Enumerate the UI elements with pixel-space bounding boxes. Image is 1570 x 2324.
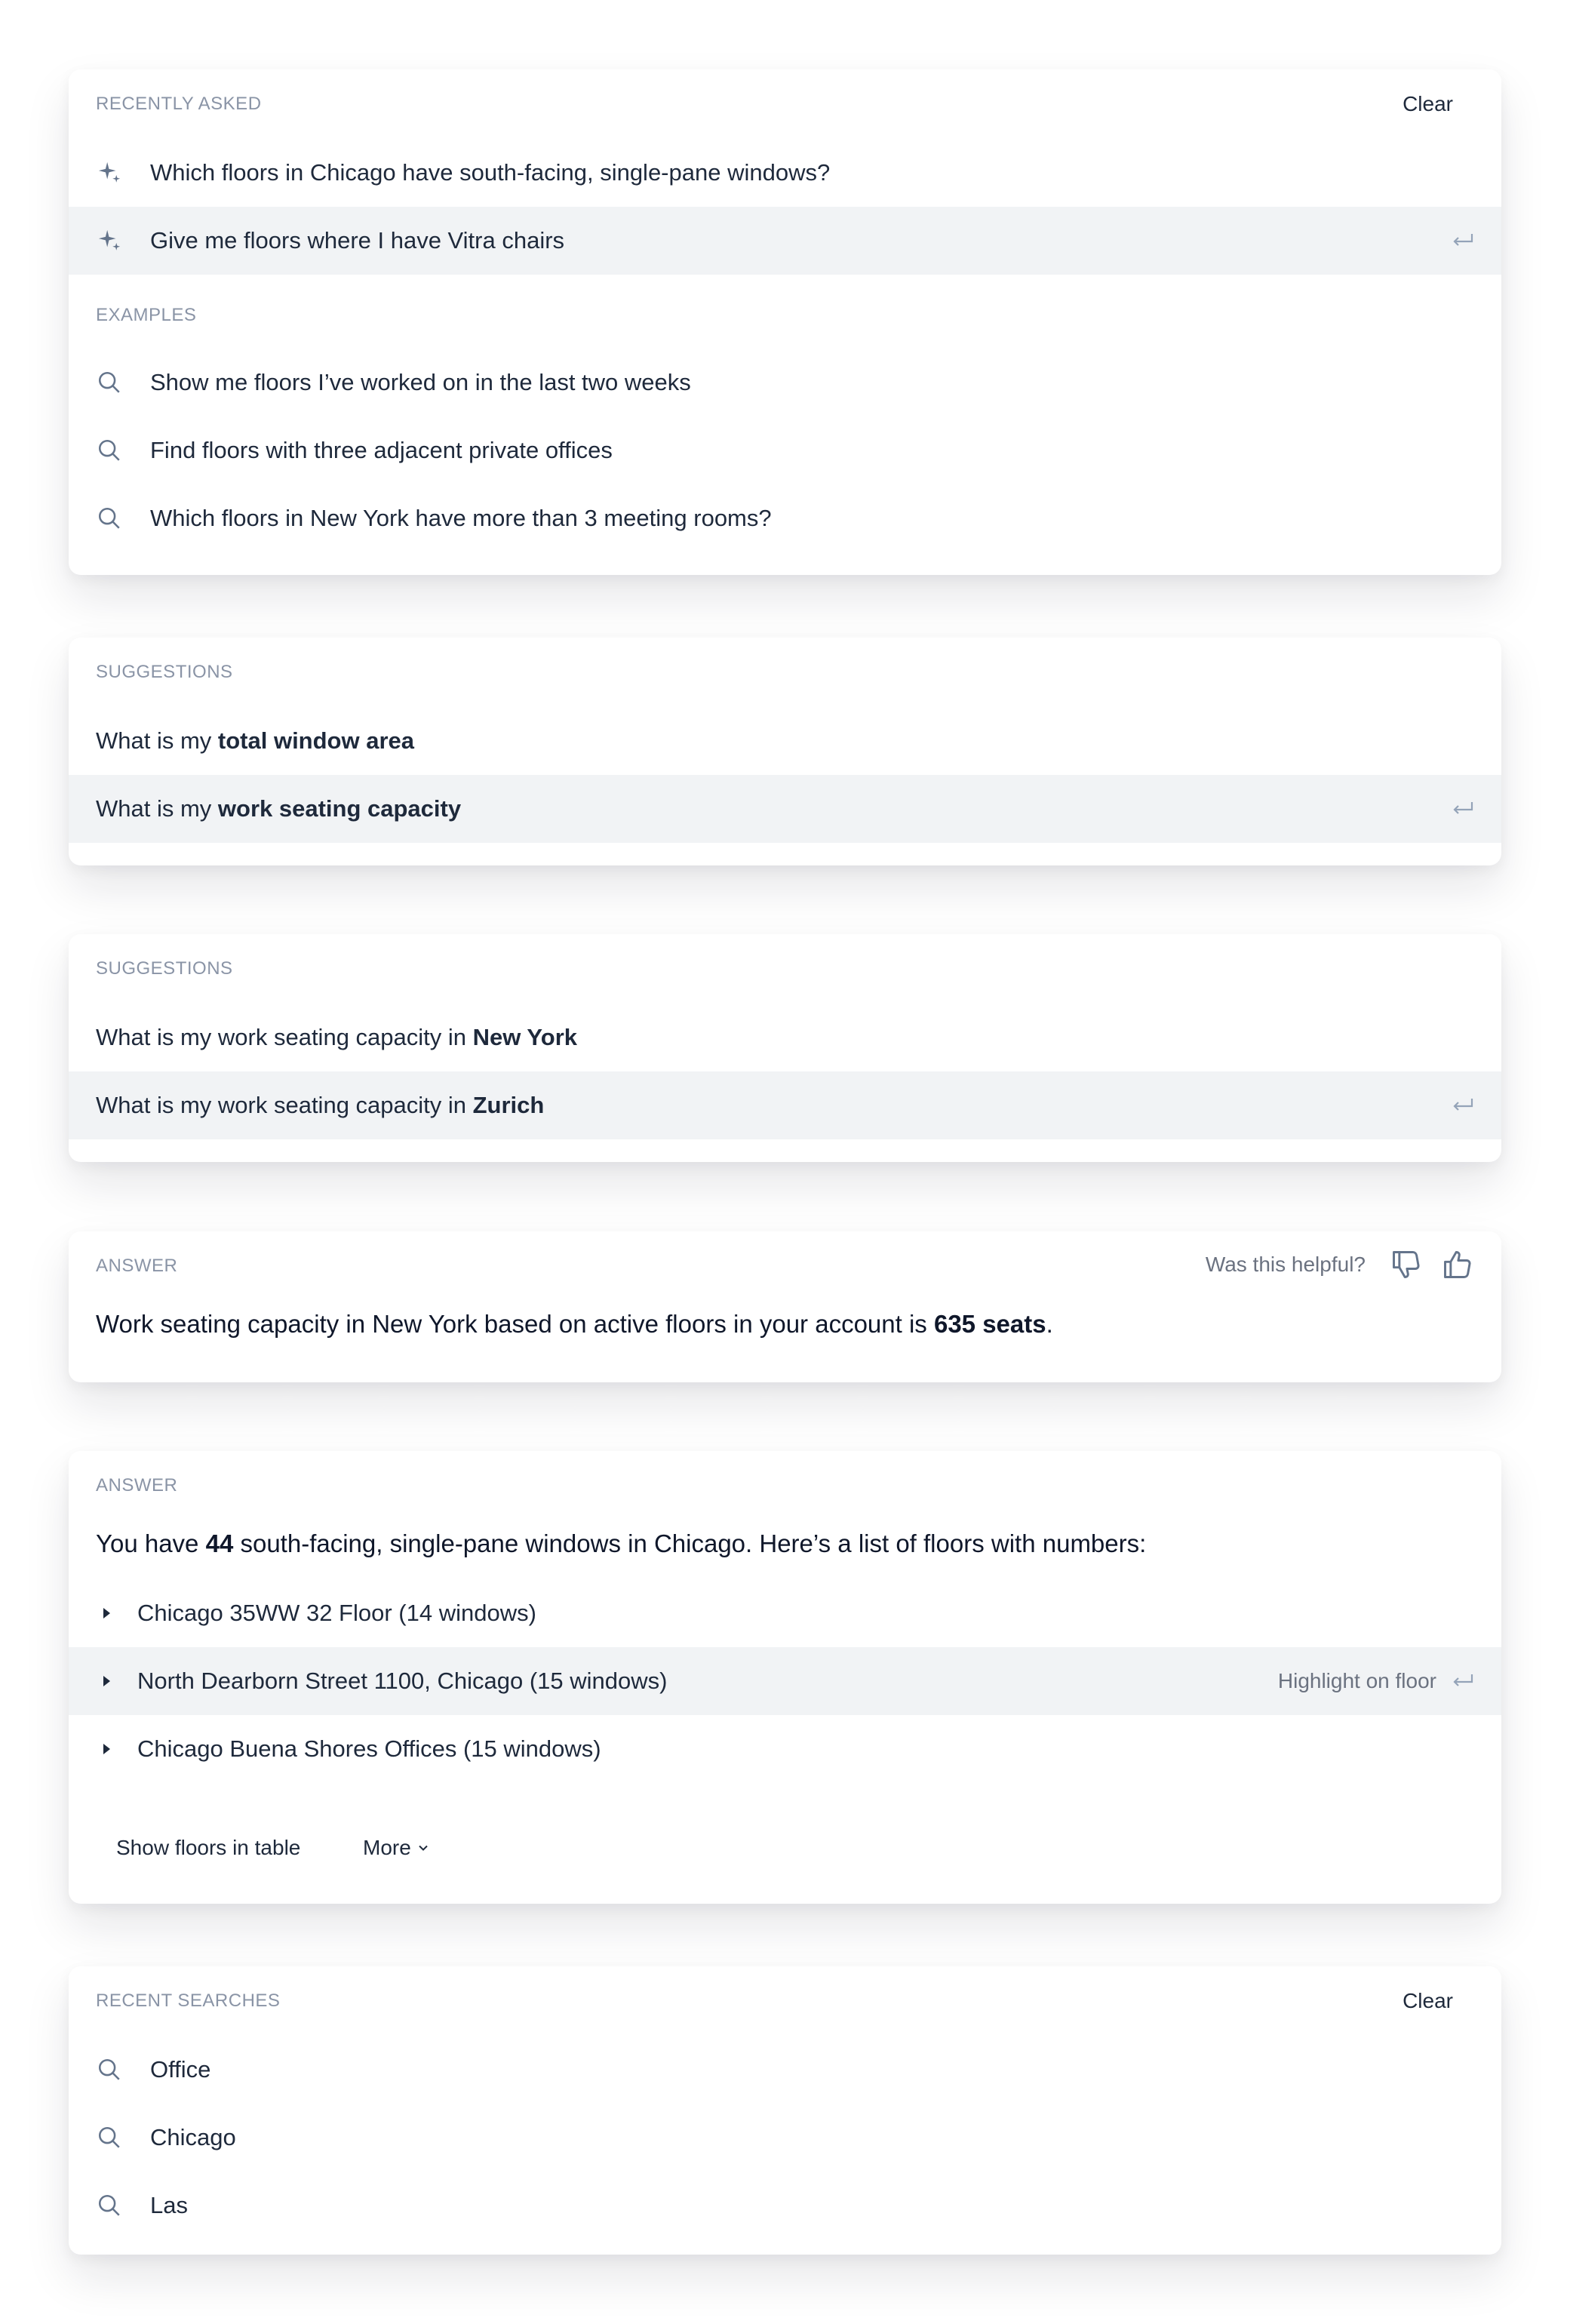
- suggestion-item[interactable]: What is my work seating capacity: [69, 775, 1501, 843]
- location-suggestions-panel: SUGGESTIONS What is my work seating capa…: [69, 934, 1501, 1162]
- suggestion-item[interactable]: What is my work seating capacity in New …: [69, 1004, 1501, 1071]
- recently-asked-text: Give me floors where I have Vitra chairs: [150, 227, 565, 254]
- thumbs-up-icon[interactable]: [1441, 1248, 1474, 1281]
- more-dropdown-button[interactable]: More: [363, 1836, 431, 1860]
- suggestion-text: What is my work seating capacity in New …: [96, 1024, 578, 1050]
- caret-right-icon[interactable]: [103, 1676, 110, 1686]
- suggestions-panel: SUGGESTIONS What is my total window area…: [69, 638, 1501, 865]
- example-text: Show me floors I’ve worked on in the las…: [150, 369, 691, 395]
- search-icon: [96, 2124, 123, 2151]
- feedback-question: Was this helpful?: [1205, 1253, 1366, 1276]
- answer-label: ANSWER: [96, 1475, 178, 1496]
- example-item[interactable]: Show me floors I’ve worked on in the las…: [69, 349, 1501, 417]
- search-icon: [96, 369, 123, 396]
- suggestions-label: SUGGESTIONS: [96, 958, 233, 979]
- sparkle-icon: [96, 227, 123, 254]
- sparkle-icon: [96, 159, 123, 186]
- search-icon: [96, 505, 123, 532]
- show-floors-in-table-button[interactable]: Show floors in table: [116, 1836, 300, 1860]
- caret-right-icon[interactable]: [103, 1744, 110, 1754]
- enter-icon: [1453, 234, 1473, 246]
- answer-label: ANSWER: [96, 1256, 178, 1276]
- suggestion-text: What is my work seating capacity: [96, 795, 462, 822]
- floor-list-item[interactable]: Chicago Buena Shores Offices (15 windows…: [69, 1715, 1501, 1783]
- example-text: Which floors in New York have more than …: [150, 505, 772, 531]
- enter-icon: [1453, 802, 1473, 814]
- answer-text: Work seating capacity in New York based …: [96, 1310, 1053, 1338]
- show-table-label: Show floors in table: [116, 1836, 301, 1859]
- suggestion-item[interactable]: What is my total window area: [69, 707, 1501, 775]
- recently-asked-panel: RECENTLY ASKED Clear Which floors in Chi…: [69, 69, 1501, 575]
- answer-text: You have 44 south-facing, single-pane wi…: [96, 1529, 1147, 1557]
- seating-answer-panel: ANSWER Was this helpful? Work seating ca…: [69, 1231, 1501, 1382]
- clear-recent-searches-button[interactable]: Clear: [1403, 1989, 1453, 2013]
- recent-search-text: Office: [150, 2056, 211, 2083]
- highlight-on-floor-hint[interactable]: Highlight on floor: [1278, 1669, 1436, 1693]
- recently-asked-item[interactable]: Give me floors where I have Vitra chairs: [69, 207, 1501, 275]
- example-item[interactable]: Which floors in New York have more than …: [69, 484, 1501, 552]
- search-icon: [96, 437, 123, 464]
- recent-search-text: Las: [150, 2192, 188, 2218]
- search-icon: [96, 2056, 123, 2083]
- recently-asked-label: RECENTLY ASKED: [96, 94, 262, 114]
- recent-search-item[interactable]: Chicago: [69, 2104, 1501, 2172]
- recent-searches-label: RECENT SEARCHES: [96, 1990, 281, 2011]
- recent-search-item[interactable]: Office: [69, 2036, 1501, 2104]
- suggestion-text: What is my work seating capacity in Zuri…: [96, 1092, 545, 1118]
- enter-icon: [1453, 1674, 1473, 1686]
- recent-search-text: Chicago: [150, 2124, 236, 2150]
- example-text: Find floors with three adjacent private …: [150, 437, 613, 463]
- search-icon: [96, 2192, 123, 2219]
- suggestions-label: SUGGESTIONS: [96, 662, 233, 682]
- floor-list-item[interactable]: North Dearborn Street 1100, Chicago (15 …: [69, 1647, 1501, 1715]
- caret-right-icon[interactable]: [103, 1608, 110, 1618]
- windows-answer-panel: ANSWER You have 44 south-facing, single-…: [69, 1451, 1501, 1904]
- suggestion-text: What is my total window area: [96, 727, 415, 754]
- recent-searches-panel: RECENT SEARCHES Clear Office Chicago Las: [69, 1966, 1501, 2255]
- example-item[interactable]: Find floors with three adjacent private …: [69, 417, 1501, 484]
- recently-asked-item[interactable]: Which floors in Chicago have south-facin…: [69, 139, 1501, 207]
- clear-recently-asked-button[interactable]: Clear: [1403, 92, 1453, 116]
- recently-asked-text: Which floors in Chicago have south-facin…: [150, 159, 831, 186]
- feedback-group: Was this helpful?: [1206, 1248, 1474, 1281]
- floor-text: Chicago Buena Shores Offices (15 windows…: [137, 1735, 601, 1762]
- floor-text: Chicago 35WW 32 Floor (14 windows): [137, 1600, 536, 1626]
- recent-search-item[interactable]: Las: [69, 2172, 1501, 2239]
- more-label: More: [363, 1836, 411, 1859]
- floor-list-item[interactable]: Chicago 35WW 32 Floor (14 windows): [69, 1579, 1501, 1647]
- suggestion-item[interactable]: What is my work seating capacity in Zuri…: [69, 1071, 1501, 1139]
- enter-icon: [1453, 1099, 1473, 1111]
- thumbs-down-icon[interactable]: [1390, 1248, 1423, 1281]
- examples-label: EXAMPLES: [96, 305, 197, 325]
- chevron-down-icon: [419, 1845, 428, 1851]
